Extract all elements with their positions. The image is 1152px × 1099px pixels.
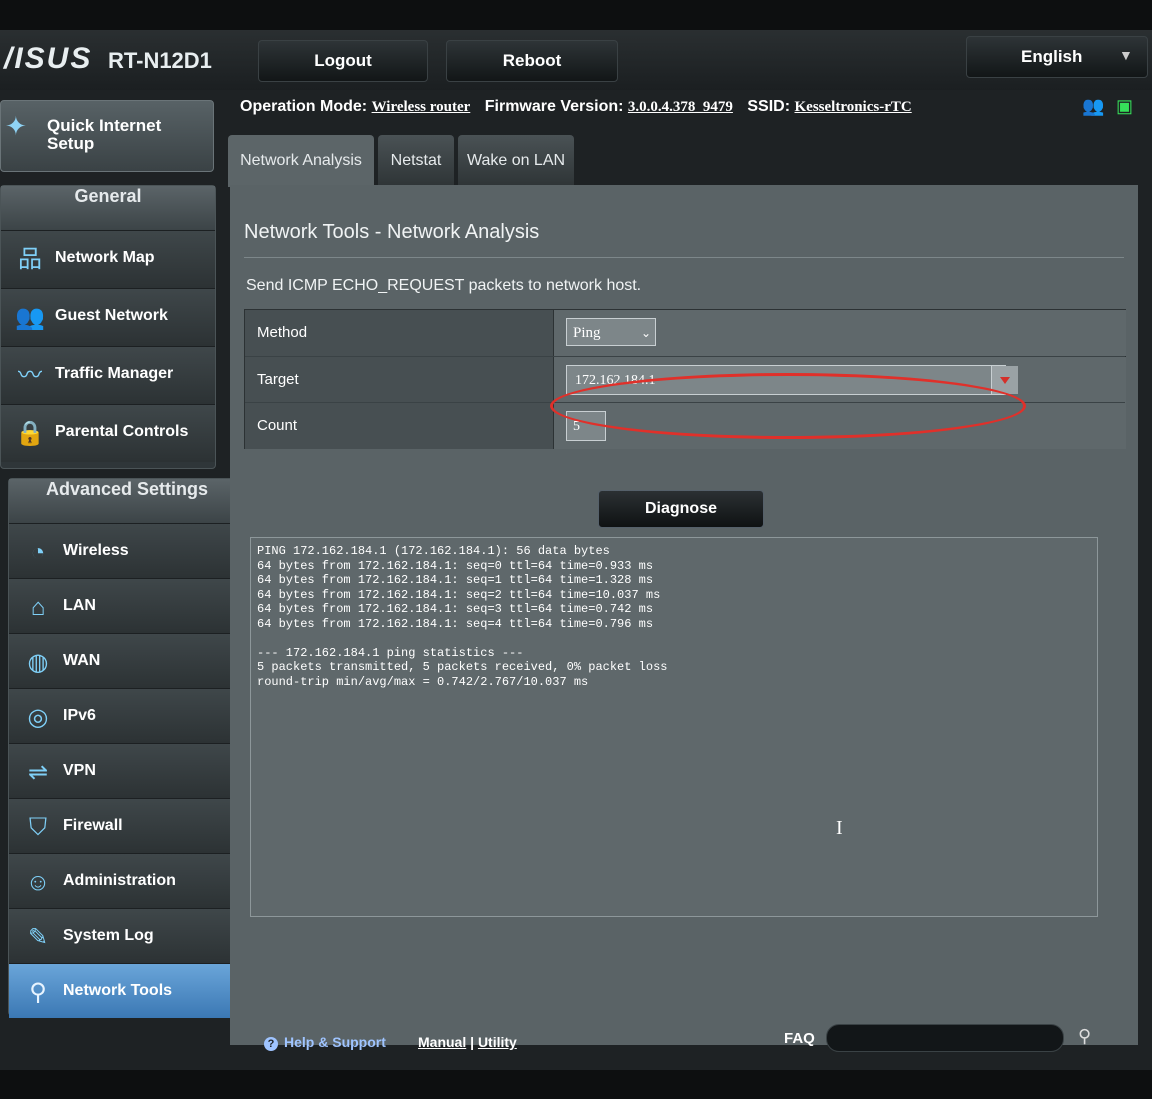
ipv6-icon: ◎ xyxy=(27,704,49,731)
sidebar-item-label: Parental Controls xyxy=(55,423,189,440)
status-info-bar: Operation Mode: Wireless router Firmware… xyxy=(240,98,922,116)
wan-icon: ◍ xyxy=(27,649,49,676)
chevron-down-icon: ▼ xyxy=(1119,47,1133,63)
help-support-link[interactable]: ? Help & Support xyxy=(264,1034,386,1051)
sidebar-item-label: IPv6 xyxy=(63,707,96,724)
status-icons: 👥 ▣ xyxy=(1072,96,1140,120)
general-title: General xyxy=(1,186,215,230)
guest-network-icon: 👥 xyxy=(15,304,45,331)
target-label: Target xyxy=(245,357,553,403)
op-mode-link[interactable]: Wireless router xyxy=(372,99,471,115)
lan-icon: ⌂ xyxy=(30,594,46,621)
vpn-icon: ⇌ xyxy=(27,759,49,786)
utility-link[interactable]: Utility xyxy=(478,1034,517,1050)
ssid-label: SSID: xyxy=(747,98,791,115)
network-tools-icon: ⚲ xyxy=(29,979,47,1006)
sidebar-item-ipv6[interactable]: ◎ IPv6 xyxy=(9,688,245,743)
manual-link[interactable]: Manual xyxy=(418,1034,466,1050)
sidebar-item-label: Wireless xyxy=(63,542,129,559)
router-admin-screen: /ISUS RT-N12D1 Logout Reboot English ▼ O… xyxy=(0,30,1152,1070)
footer: ? Help & Support Manual | Utility FAQ ⚲ xyxy=(0,1020,1152,1070)
logout-button[interactable]: Logout xyxy=(258,40,428,82)
count-label: Count xyxy=(245,403,553,449)
sidebar-item-wireless[interactable]: ◔ Wireless xyxy=(9,523,245,578)
sidebar-item-label: Network Tools xyxy=(63,982,173,999)
sidebar-item-label: System Log xyxy=(63,927,154,944)
sidebar-item-label: Traffic Manager xyxy=(55,365,174,382)
language-value: English xyxy=(1021,47,1083,66)
page-description: Send ICMP ECHO_REQUEST packets to networ… xyxy=(246,277,642,294)
sidebar-item-system-log[interactable]: ✎ System Log xyxy=(9,908,245,963)
advanced-settings-menu: Advanced Settings ◔ Wireless ⌂ LAN ◍ WAN… xyxy=(8,478,246,1018)
diagnostic-output[interactable]: PING 172.162.184.1 (172.162.184.1): 56 d… xyxy=(250,537,1098,917)
sidebar-item-network-tools[interactable]: ⚲ Network Tools xyxy=(9,963,245,1018)
tab-wake-on-lan[interactable]: Wake on LAN xyxy=(458,135,574,187)
page-title: Network Tools - Network Analysis xyxy=(244,221,540,243)
sidebar-item-label: Firewall xyxy=(63,817,123,834)
sidebar-item-network-map[interactable]: 品 Network Map xyxy=(1,230,215,288)
faq-search-input[interactable] xyxy=(826,1024,1064,1052)
reboot-button[interactable]: Reboot xyxy=(446,40,618,82)
method-select[interactable]: Ping ⌄ xyxy=(566,318,656,346)
magic-wand-icon: ✦ xyxy=(5,111,27,141)
sidebar-item-label: Administration xyxy=(63,872,176,889)
search-icon[interactable]: ⚲ xyxy=(1078,1026,1091,1047)
quick-setup-label: Quick Internet Setup xyxy=(47,116,162,153)
op-mode-label: Operation Mode: xyxy=(240,98,368,115)
asus-logo: /ISUS xyxy=(4,42,93,75)
usb-status-icon[interactable]: ▣ xyxy=(1116,96,1140,120)
parental-controls-icon: 🔒 xyxy=(15,420,45,447)
faq-label: FAQ xyxy=(784,1030,815,1047)
system-log-icon: ✎ xyxy=(27,924,49,951)
sidebar-item-wan[interactable]: ◍ WAN xyxy=(9,633,245,688)
sidebar-item-label: LAN xyxy=(63,597,96,614)
advanced-settings-title: Advanced Settings xyxy=(9,479,245,523)
sidebar-item-firewall[interactable]: ⛉ Firewall xyxy=(9,798,245,853)
main-panel: Network Tools - Network Analysis Send IC… xyxy=(230,185,1138,1045)
method-value: Ping xyxy=(573,325,601,341)
firmware-link[interactable]: 3.0.0.4.378_9479 xyxy=(628,99,733,115)
highlight-ring xyxy=(550,373,1026,439)
sidebar-item-label: VPN xyxy=(63,762,96,779)
sidebar-item-label: WAN xyxy=(63,652,101,669)
model-name: RT-N12D1 xyxy=(108,48,212,73)
method-cell: Ping ⌄ xyxy=(553,310,1126,356)
chevron-down-icon: ⌄ xyxy=(640,326,651,340)
sidebar-item-lan[interactable]: ⌂ LAN xyxy=(9,578,245,633)
help-label: Help & Support xyxy=(284,1034,386,1050)
wireless-icon: ◔ xyxy=(30,539,46,566)
quick-internet-setup-button[interactable]: ✦ Quick Internet Setup xyxy=(0,100,214,172)
general-menu: General 品 Network Map 👥 Guest Network 〰 … xyxy=(0,185,216,469)
footer-links: Manual | Utility xyxy=(418,1034,517,1050)
sidebar-item-label: Network Map xyxy=(55,249,155,266)
sidebar-item-guest-network[interactable]: 👥 Guest Network xyxy=(1,288,215,346)
firmware-label: Firmware Version: xyxy=(484,98,624,115)
language-select[interactable]: English ▼ xyxy=(966,36,1148,78)
method-row: Method Ping ⌄ xyxy=(245,310,1126,356)
ssid-link[interactable]: Kesseltronics-rTC xyxy=(795,99,912,115)
sidebar-item-parental-controls[interactable]: 🔒 Parental Controls xyxy=(1,404,215,462)
administration-icon: ☺ xyxy=(25,869,51,896)
firewall-icon: ⛉ xyxy=(29,814,47,841)
method-label: Method xyxy=(245,310,553,356)
help-icon: ? xyxy=(264,1037,278,1051)
sidebar-item-label: Guest Network xyxy=(55,307,168,324)
network-map-icon: 品 xyxy=(18,246,42,273)
sidebar-item-administration[interactable]: ☺ Administration xyxy=(9,853,245,908)
top-bar: /ISUS RT-N12D1 Logout Reboot English ▼ xyxy=(0,30,1152,90)
text-cursor-icon: I xyxy=(836,817,843,839)
link-separator: | xyxy=(470,1034,475,1050)
traffic-manager-icon: 〰 xyxy=(18,362,42,389)
tab-network-analysis[interactable]: Network Analysis xyxy=(228,135,374,187)
diagnose-button[interactable]: Diagnose xyxy=(598,490,764,528)
sidebar-item-traffic-manager[interactable]: 〰 Traffic Manager xyxy=(1,346,215,404)
clients-icon[interactable]: 👥 xyxy=(1082,96,1106,120)
tab-netstat[interactable]: Netstat xyxy=(378,135,454,187)
title-divider xyxy=(244,257,1124,258)
sidebar-item-vpn[interactable]: ⇌ VPN xyxy=(9,743,245,798)
